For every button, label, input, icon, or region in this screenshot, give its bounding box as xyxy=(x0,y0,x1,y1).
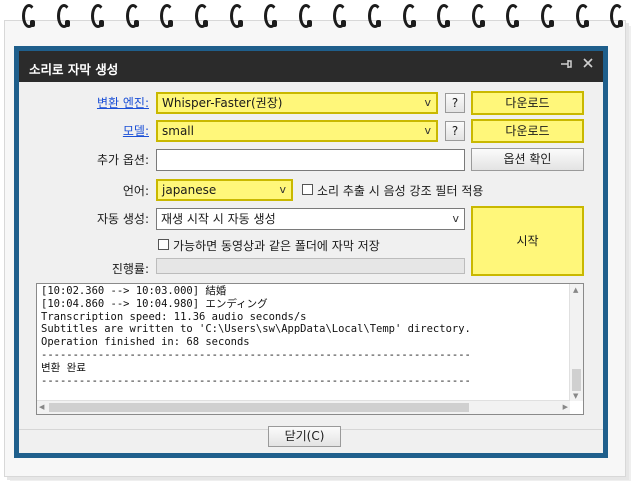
chevron-down-icon: v xyxy=(452,212,459,225)
spiral-ring xyxy=(298,4,313,28)
voice-filter-label: 소리 추출 시 음성 강조 필터 적용 xyxy=(317,184,484,198)
log-line: [10:04.860 --> 10:04.980] エンディング xyxy=(41,297,268,310)
dialog-window: 소리로 자막 생성 변환 엔진: Whisper-Faster(권장) v ? … xyxy=(14,46,608,458)
model-label[interactable]: 모델: xyxy=(19,122,149,139)
spiral-ring xyxy=(506,4,521,28)
spiral-ring xyxy=(125,4,140,28)
spiral-ring xyxy=(91,4,106,28)
model-download-button[interactable]: 다운로드 xyxy=(471,119,584,143)
spiral-ring xyxy=(368,4,382,28)
vertical-scrollbar[interactable]: ▲ ▼ xyxy=(569,284,583,401)
spiral-ring xyxy=(575,4,590,28)
log-text: [10:02.360 --> 10:03.000] 結婚 [10:04.860 -… xyxy=(41,285,567,387)
progress-bar xyxy=(156,258,465,274)
window-title: 소리로 자막 생성 xyxy=(29,62,119,77)
spiral-ring xyxy=(333,4,348,28)
scroll-up-icon[interactable]: ▲ xyxy=(573,286,578,294)
auto-generate-label: 자동 생성: xyxy=(96,212,149,226)
spiral-ring xyxy=(195,4,209,28)
spiral-ring xyxy=(160,4,175,28)
chevron-down-icon: v xyxy=(424,124,431,137)
option-confirm-button[interactable]: 옵션 확인 xyxy=(471,148,584,171)
log-line: ----------------------------------------… xyxy=(41,374,471,387)
spiral-ring xyxy=(22,4,36,28)
engine-select[interactable]: Whisper-Faster(권장) v xyxy=(156,92,438,114)
extra-options-input[interactable] xyxy=(156,149,465,171)
log-line: Subtitles are written to 'C:\Users\sw\Ap… xyxy=(41,323,471,336)
spiral-ring xyxy=(56,4,71,28)
log-line: Transcription speed: 11.36 audio seconds… xyxy=(41,310,307,323)
scroll-right-icon[interactable]: ▶ xyxy=(563,403,568,411)
engine-help-button[interactable]: ? xyxy=(445,93,465,113)
spiral-ring xyxy=(471,4,486,28)
spiral-ring xyxy=(402,4,417,28)
spiral-ring xyxy=(264,4,279,28)
log-line: 변환 완료 xyxy=(41,361,86,374)
save-same-folder-checkbox[interactable] xyxy=(158,239,169,250)
model-select[interactable]: small v xyxy=(156,120,438,142)
log-line: [10:02.360 --> 10:03.000] 結婚 xyxy=(41,285,227,297)
spiral-ring xyxy=(229,4,244,28)
engine-select-value: Whisper-Faster(권장) xyxy=(162,96,283,110)
pin-icon[interactable] xyxy=(557,57,575,75)
start-button[interactable]: 시작 xyxy=(471,206,584,276)
scroll-left-icon[interactable]: ◀ xyxy=(39,403,44,411)
log-output[interactable]: [10:02.360 --> 10:03.000] 結婚 [10:04.860 -… xyxy=(36,283,584,415)
log-line: Operation finished in: 68 seconds xyxy=(41,336,250,349)
extra-options-label: 추가 옵션: xyxy=(96,153,149,167)
horizontal-scrollbar[interactable]: ◀ ▶ xyxy=(37,400,570,414)
scroll-down-icon[interactable]: ▼ xyxy=(573,392,578,400)
close-button[interactable]: 닫기(C) xyxy=(268,426,341,447)
voice-filter-checkbox[interactable] xyxy=(302,184,313,195)
auto-generate-select[interactable]: 재생 시작 시 자동 생성 v xyxy=(156,208,465,230)
language-select-value: japanese xyxy=(162,183,217,197)
auto-generate-select-value: 재생 시작 시 자동 생성 xyxy=(161,212,276,226)
dialog-body: 소리로 자막 생성 변환 엔진: Whisper-Faster(권장) v ? … xyxy=(19,51,603,453)
model-select-value: small xyxy=(162,124,194,138)
language-label: 언어: xyxy=(122,184,149,198)
horizontal-scroll-thumb[interactable] xyxy=(49,403,469,412)
log-line: ----------------------------------------… xyxy=(41,348,471,361)
chevron-down-icon: v xyxy=(424,96,431,109)
engine-label[interactable]: 변환 엔진: xyxy=(19,94,149,111)
spiral-ring xyxy=(541,4,555,28)
chevron-down-icon: v xyxy=(279,183,286,196)
title-bar: 소리로 자막 생성 xyxy=(19,51,603,82)
spiral-ring xyxy=(437,4,452,28)
engine-download-button[interactable]: 다운로드 xyxy=(471,91,584,115)
progress-label: 진행률: xyxy=(111,262,149,276)
vertical-scroll-thumb[interactable] xyxy=(572,369,581,391)
language-select[interactable]: japanese v xyxy=(156,179,293,201)
model-help-button[interactable]: ? xyxy=(445,121,465,141)
save-same-folder-label: 가능하면 동영상과 같은 폴더에 자막 저장 xyxy=(173,239,380,253)
spiral-ring xyxy=(610,4,625,28)
close-icon[interactable] xyxy=(579,57,597,75)
